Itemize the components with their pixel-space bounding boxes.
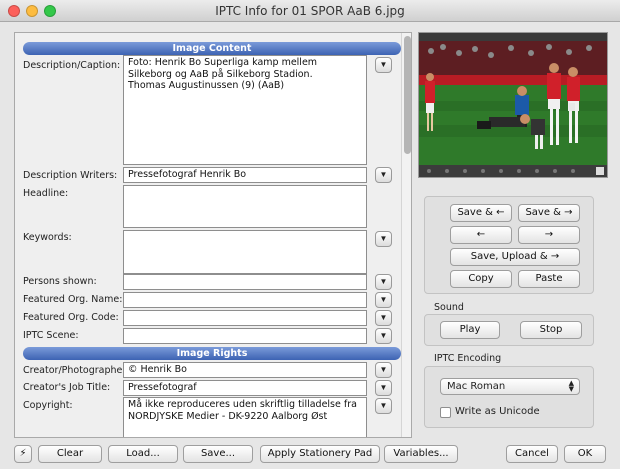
copy-button[interactable]: Copy xyxy=(450,270,512,288)
play-button[interactable]: Play xyxy=(440,321,500,339)
keywords-field[interactable] xyxy=(123,230,367,274)
persons-label: Persons shown: xyxy=(23,276,97,287)
apply-stationery-pad-button[interactable]: Apply Stationery Pad xyxy=(260,445,380,463)
select-arrows-icon: ▲ ▼ xyxy=(568,379,574,393)
org-name-label: Featured Org. Name: xyxy=(23,294,123,305)
headline-label: Headline: xyxy=(23,188,69,199)
write-as-unicode-checkbox[interactable] xyxy=(440,407,451,418)
keywords-menu-button[interactable]: ▼ xyxy=(375,231,392,247)
encoding-select[interactable]: Mac Roman ▲ ▼ xyxy=(440,378,580,395)
clear-button[interactable]: Clear xyxy=(38,445,102,463)
creator-menu-button[interactable]: ▼ xyxy=(375,362,392,378)
writers-label: Description Writers: xyxy=(23,170,118,181)
writers-field[interactable]: Pressefotograf Henrik Bo xyxy=(123,167,367,183)
preview-photo xyxy=(419,33,607,165)
copyright-field[interactable]: Må ikke reproduceres uden skriftlig till… xyxy=(123,397,367,437)
org-code-label: Featured Org. Code: xyxy=(23,312,119,323)
description-label: Description/Caption: xyxy=(23,60,121,71)
keywords-label: Keywords: xyxy=(23,232,72,243)
creator-field[interactable]: © Henrik Bo xyxy=(123,362,367,378)
section-header-image-content: Image Content xyxy=(23,42,401,55)
paste-button[interactable]: Paste xyxy=(518,270,580,288)
org-name-field[interactable] xyxy=(123,292,367,308)
save-and-next-button[interactable]: Save & → xyxy=(518,204,580,222)
stop-button[interactable]: Stop xyxy=(520,321,582,339)
form-scrollbar[interactable] xyxy=(401,33,411,437)
save-upload-next-button[interactable]: Save, Upload & → xyxy=(450,248,580,266)
encoding-selected-value: Mac Roman xyxy=(447,381,506,392)
save-button[interactable]: Save... xyxy=(183,445,253,463)
copyright-label: Copyright: xyxy=(23,400,73,411)
iptc-form-panel[interactable]: Image Content Description/Caption: Foto:… xyxy=(14,32,412,438)
description-field[interactable]: Foto: Henrik Bo Superliga kamp mellem Si… xyxy=(123,55,367,165)
window-title: IPTC Info for 01 SPOR AaB 6.jpg xyxy=(215,4,405,18)
description-menu-button[interactable]: ▼ xyxy=(375,57,392,73)
scene-menu-button[interactable]: ▼ xyxy=(375,328,392,344)
section-header-image-rights: Image Rights xyxy=(23,347,401,360)
scrollbar-thumb[interactable] xyxy=(404,36,411,154)
encoding-label: IPTC Encoding xyxy=(434,353,502,364)
writers-menu-button[interactable]: ▼ xyxy=(375,167,392,183)
headline-field[interactable] xyxy=(123,185,367,228)
scene-field[interactable] xyxy=(123,328,367,344)
variables-button[interactable]: Variables... xyxy=(384,445,458,463)
copyright-menu-button[interactable]: ▼ xyxy=(375,398,392,414)
persons-field[interactable] xyxy=(123,274,367,290)
save-and-previous-button[interactable]: Save & ← xyxy=(450,204,512,222)
load-button[interactable]: Load... xyxy=(108,445,178,463)
preview-resize-handle[interactable] xyxy=(596,167,604,175)
org-code-field[interactable] xyxy=(123,310,367,326)
creator-label: Creator/Photographer: xyxy=(23,365,130,376)
preview-strip xyxy=(419,165,607,177)
write-as-unicode-label: Write as Unicode xyxy=(455,406,540,417)
previous-button[interactable]: ← xyxy=(450,226,512,244)
job-title-label: Creator's Job Title: xyxy=(23,382,111,393)
title-bar: IPTC Info for 01 SPOR AaB 6.jpg xyxy=(0,0,620,22)
lightning-icon[interactable]: ⚡ xyxy=(14,445,32,463)
encoding-group xyxy=(424,366,594,428)
scene-label: IPTC Scene: xyxy=(23,330,79,341)
next-button[interactable]: → xyxy=(518,226,580,244)
org-name-menu-button[interactable]: ▼ xyxy=(375,292,392,308)
job-title-menu-button[interactable]: ▼ xyxy=(375,380,392,396)
image-preview xyxy=(418,32,608,178)
cancel-button[interactable]: Cancel xyxy=(506,445,558,463)
org-code-menu-button[interactable]: ▼ xyxy=(375,310,392,326)
ok-button[interactable]: OK xyxy=(564,445,606,463)
job-title-field[interactable]: Pressefotograf xyxy=(123,380,367,396)
persons-menu-button[interactable]: ▼ xyxy=(375,274,392,290)
sound-label: Sound xyxy=(434,302,464,313)
